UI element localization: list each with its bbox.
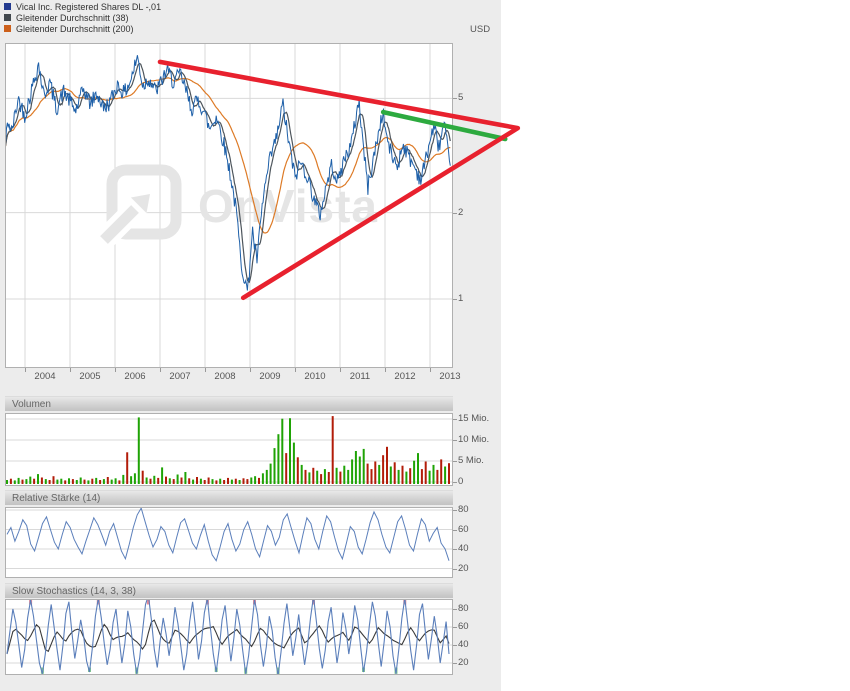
- axis-tick: [453, 98, 457, 99]
- axis-tick: [205, 368, 206, 372]
- x-axis-year-label: 2006: [124, 371, 146, 382]
- axis-tick: [453, 440, 457, 441]
- currency-axis-label: USD: [470, 24, 491, 35]
- rsi-canvas: [5, 507, 453, 578]
- stochastics-panel-title: Slow Stochastics (14, 3, 38): [12, 586, 136, 597]
- axis-tick: [453, 482, 457, 483]
- legend-label-ma38: Gleitender Durchschnitt (38): [16, 12, 129, 23]
- x-axis-year-label: 2005: [79, 371, 101, 382]
- axis-tick: [25, 368, 26, 372]
- axis-tick: [453, 299, 457, 300]
- legend-item-ma38: Gleitender Durchschnitt (38): [4, 12, 129, 23]
- axis-tick: [453, 530, 457, 531]
- axis-tick: [453, 510, 457, 511]
- axis-tick: [295, 368, 296, 372]
- axis-tick: [453, 461, 457, 462]
- axis-tick: [453, 569, 457, 570]
- legend-item-price: Vical Inc. Registered Shares DL -,01: [4, 1, 161, 12]
- price-chart-canvas: OnVista: [5, 43, 453, 368]
- watermark-text: OnVista: [198, 180, 378, 232]
- stochastics-panel-header: Slow Stochastics (14, 3, 38): [5, 583, 453, 598]
- price-y-tick-label: 5: [458, 92, 464, 103]
- price-y-tick-label: 2: [458, 207, 464, 218]
- volume-y-tick-label: 5 Mio.: [458, 455, 484, 466]
- legend-label-ma200: Gleitender Durchschnitt (200): [16, 23, 134, 34]
- legend-bullet-icon: [4, 3, 11, 10]
- volume-canvas: [5, 413, 453, 486]
- axis-tick: [385, 368, 386, 372]
- stochastics-y-tick-label: 20: [458, 657, 469, 668]
- axis-tick: [453, 609, 457, 610]
- price-chart-plot: OnVista: [5, 43, 453, 368]
- axis-tick: [160, 368, 161, 372]
- chart-widget: Vical Inc. Registered Shares DL -,01 Gle…: [0, 0, 501, 691]
- volume-plot: [5, 413, 453, 486]
- legend-label-price: Vical Inc. Registered Shares DL -,01: [16, 1, 162, 12]
- legend-item-ma200: Gleitender Durchschnitt (200): [4, 23, 134, 34]
- x-axis-year-label: 2012: [394, 371, 416, 382]
- legend-bullet-icon: [4, 25, 11, 32]
- rsi-panel-header: Relative Stärke (14): [5, 490, 453, 505]
- x-axis-year-label: 2008: [214, 371, 236, 382]
- x-axis-year-label: 2013: [439, 371, 461, 382]
- x-axis-year-label: 2004: [34, 371, 56, 382]
- volume-panel-header: Volumen: [5, 396, 453, 411]
- stochastics-y-tick-label: 40: [458, 639, 469, 650]
- rsi-y-tick-label: 60: [458, 524, 469, 535]
- rsi-y-tick-label: 40: [458, 543, 469, 554]
- axis-tick: [70, 368, 71, 372]
- stochastics-plot: [5, 599, 453, 675]
- volume-y-tick-label: 15 Mio.: [458, 413, 490, 424]
- axis-tick: [430, 368, 431, 372]
- stochastics-canvas: [5, 599, 453, 675]
- axis-tick: [453, 645, 457, 646]
- stochastics-y-tick-label: 80: [458, 603, 469, 614]
- stochastics-y-tick-label: 60: [458, 621, 469, 632]
- axis-tick: [453, 419, 457, 420]
- volume-y-tick-label: 10 Mio.: [458, 434, 490, 445]
- x-axis-year-label: 2010: [304, 371, 326, 382]
- axis-tick: [453, 549, 457, 550]
- price-y-tick-label: 1: [458, 293, 464, 304]
- rsi-y-tick-label: 80: [458, 504, 469, 515]
- axis-tick: [453, 663, 457, 664]
- x-axis-year-label: 2009: [259, 371, 281, 382]
- x-axis-year-label: 2011: [349, 371, 371, 382]
- axis-tick: [340, 368, 341, 372]
- axis-tick: [250, 368, 251, 372]
- volume-panel-title: Volumen: [12, 399, 51, 410]
- volume-y-tick-label: 0: [458, 476, 464, 487]
- x-axis-year-label: 2007: [169, 371, 191, 382]
- axis-tick: [115, 368, 116, 372]
- legend-bullet-icon: [4, 14, 11, 21]
- rsi-y-tick-label: 20: [458, 563, 469, 574]
- axis-tick: [453, 213, 457, 214]
- rsi-panel-title: Relative Stärke (14): [12, 493, 101, 504]
- rsi-plot: [5, 507, 453, 578]
- axis-tick: [453, 627, 457, 628]
